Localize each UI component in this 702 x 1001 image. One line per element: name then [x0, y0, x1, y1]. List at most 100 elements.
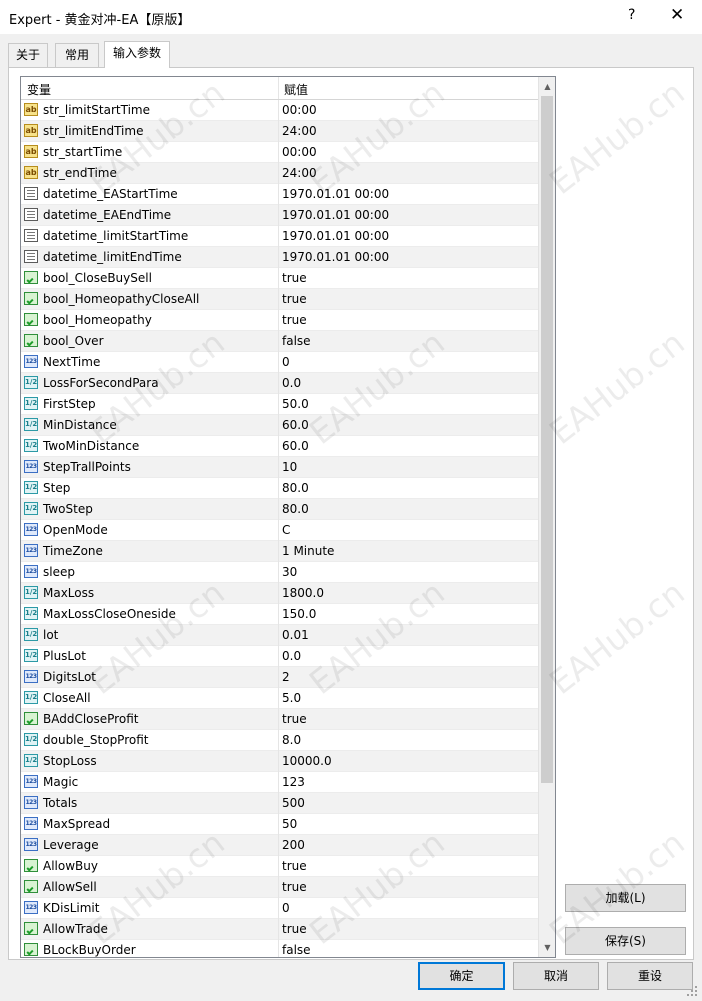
parameter-row[interactable]: 1/2 Step 80.0	[21, 478, 539, 499]
tab-common[interactable]: 常用	[55, 43, 99, 67]
resize-grip-icon[interactable]	[686, 985, 698, 997]
parameter-row[interactable]: 1/2 StopLoss 10000.0	[21, 751, 539, 772]
scroll-down-arrow-icon[interactable]: ▼	[539, 939, 555, 956]
parameter-value[interactable]: 30	[282, 565, 297, 579]
parameter-value[interactable]: true	[282, 292, 307, 306]
parameter-row[interactable]: 1/2 PlusLot 0.0	[21, 646, 539, 667]
parameter-value[interactable]: true	[282, 859, 307, 873]
parameter-row[interactable]: bool_CloseBuySell true	[21, 268, 539, 289]
parameter-row[interactable]: bool_Over false	[21, 331, 539, 352]
save-button[interactable]: 保存(S)	[565, 927, 686, 955]
parameter-value[interactable]: 50.0	[282, 397, 309, 411]
parameter-value[interactable]: 10	[282, 460, 297, 474]
parameter-value[interactable]: 1970.01.01 00:00	[282, 229, 389, 243]
parameter-value[interactable]: 60.0	[282, 418, 309, 432]
parameter-row[interactable]: AllowSell true	[21, 877, 539, 898]
parameter-value[interactable]: 50	[282, 817, 297, 831]
parameter-row[interactable]: 123 StepTrallPoints 10	[21, 457, 539, 478]
vertical-scrollbar[interactable]: ▲ ▼	[538, 77, 555, 957]
parameter-row[interactable]: BAddCloseProfit true	[21, 709, 539, 730]
tab-about[interactable]: 关于	[8, 43, 48, 67]
parameter-row[interactable]: 123 Totals 500	[21, 793, 539, 814]
parameter-value[interactable]: C	[282, 523, 290, 537]
load-button[interactable]: 加载(L)	[565, 884, 686, 912]
parameter-value[interactable]: 5.0	[282, 691, 301, 705]
parameter-row[interactable]: 1/2 FirstStep 50.0	[21, 394, 539, 415]
parameter-row[interactable]: AllowTrade true	[21, 919, 539, 940]
parameter-value[interactable]: 1 Minute	[282, 544, 334, 558]
parameter-value[interactable]: 00:00	[282, 103, 317, 117]
parameter-value[interactable]: 24:00	[282, 166, 317, 180]
parameter-row[interactable]: 1/2 MaxLossCloseOneside 150.0	[21, 604, 539, 625]
parameter-value[interactable]: 200	[282, 838, 305, 852]
parameter-row[interactable]: datetime_EAStartTime 1970.01.01 00:00	[21, 184, 539, 205]
column-divider[interactable]	[278, 77, 279, 99]
parameter-value[interactable]: 0	[282, 901, 290, 915]
parameter-row[interactable]: 123 TimeZone 1 Minute	[21, 541, 539, 562]
parameter-row[interactable]: 123 MaxSpread 50	[21, 814, 539, 835]
parameter-value[interactable]: 24:00	[282, 124, 317, 138]
parameter-value[interactable]: false	[282, 943, 311, 957]
parameter-row[interactable]: 123 NextTime 0	[21, 352, 539, 373]
close-button[interactable]: ✕	[670, 5, 684, 25]
parameter-value[interactable]: true	[282, 313, 307, 327]
help-button[interactable]: ?	[628, 7, 635, 23]
parameter-value[interactable]: 150.0	[282, 607, 316, 621]
parameter-row[interactable]: 123 Magic 123	[21, 772, 539, 793]
parameter-row[interactable]: 123 OpenMode C	[21, 520, 539, 541]
parameter-value[interactable]: true	[282, 922, 307, 936]
parameter-row[interactable]: AllowBuy true	[21, 856, 539, 877]
parameter-row[interactable]: ab str_limitEndTime 24:00	[21, 121, 539, 142]
parameter-row[interactable]: BLockBuyOrder false	[21, 940, 539, 957]
parameter-value[interactable]: 1970.01.01 00:00	[282, 250, 389, 264]
parameter-row[interactable]: 1/2 LossForSecondPara 0.0	[21, 373, 539, 394]
parameter-value[interactable]: true	[282, 880, 307, 894]
parameter-row[interactable]: ab str_startTime 00:00	[21, 142, 539, 163]
parameter-value[interactable]: 123	[282, 775, 305, 789]
parameter-value[interactable]: 0	[282, 355, 290, 369]
parameter-row[interactable]: 1/2 lot 0.01	[21, 625, 539, 646]
parameter-value[interactable]: false	[282, 334, 311, 348]
parameter-row[interactable]: 1/2 double_StopProfit 8.0	[21, 730, 539, 751]
parameter-value[interactable]: true	[282, 271, 307, 285]
parameter-row[interactable]: 123 sleep 30	[21, 562, 539, 583]
parameter-row[interactable]: datetime_EAEndTime 1970.01.01 00:00	[21, 205, 539, 226]
parameter-value[interactable]: 00:00	[282, 145, 317, 159]
tab-inputs[interactable]: 输入参数	[104, 41, 170, 68]
parameter-value[interactable]: 0.0	[282, 376, 301, 390]
parameter-value[interactable]: 0.01	[282, 628, 309, 642]
cancel-button[interactable]: 取消	[513, 962, 599, 990]
parameter-value[interactable]: 1970.01.01 00:00	[282, 187, 389, 201]
parameter-row[interactable]: 123 Leverage 200	[21, 835, 539, 856]
parameter-row[interactable]: datetime_limitEndTime 1970.01.01 00:00	[21, 247, 539, 268]
parameter-row[interactable]: datetime_limitStartTime 1970.01.01 00:00	[21, 226, 539, 247]
ok-button[interactable]: 确定	[418, 962, 505, 990]
parameter-value[interactable]: 8.0	[282, 733, 301, 747]
reset-button[interactable]: 重设	[607, 962, 693, 990]
parameter-value[interactable]: 2	[282, 670, 290, 684]
parameter-row[interactable]: bool_Homeopathy true	[21, 310, 539, 331]
parameter-value[interactable]: 10000.0	[282, 754, 332, 768]
parameter-value[interactable]: 500	[282, 796, 305, 810]
parameter-row[interactable]: 123 KDisLimit 0	[21, 898, 539, 919]
parameter-value[interactable]: 60.0	[282, 439, 309, 453]
parameter-value[interactable]: 80.0	[282, 502, 309, 516]
scrollbar-thumb[interactable]	[541, 96, 553, 783]
parameter-value[interactable]: 80.0	[282, 481, 309, 495]
parameter-row[interactable]: ab str_limitStartTime 00:00	[21, 100, 539, 121]
parameter-row[interactable]: 1/2 TwoMinDistance 60.0	[21, 436, 539, 457]
parameter-value[interactable]: 1970.01.01 00:00	[282, 208, 389, 222]
parameter-row[interactable]: 1/2 MaxLoss 1800.0	[21, 583, 539, 604]
parameter-value[interactable]: 0.0	[282, 649, 301, 663]
column-header-value[interactable]: 赋值	[284, 81, 308, 98]
parameter-row[interactable]: 1/2 TwoStep 80.0	[21, 499, 539, 520]
parameter-row[interactable]: bool_HomeopathyCloseAll true	[21, 289, 539, 310]
column-header-variable[interactable]: 变量	[27, 81, 51, 98]
parameter-row[interactable]: 123 DigitsLot 2	[21, 667, 539, 688]
scroll-up-arrow-icon[interactable]: ▲	[539, 78, 555, 95]
parameter-value[interactable]: 1800.0	[282, 586, 324, 600]
parameter-value[interactable]: true	[282, 712, 307, 726]
parameter-row[interactable]: ab str_endTime 24:00	[21, 163, 539, 184]
parameter-row[interactable]: 1/2 MinDistance 60.0	[21, 415, 539, 436]
parameter-row[interactable]: 1/2 CloseAll 5.0	[21, 688, 539, 709]
